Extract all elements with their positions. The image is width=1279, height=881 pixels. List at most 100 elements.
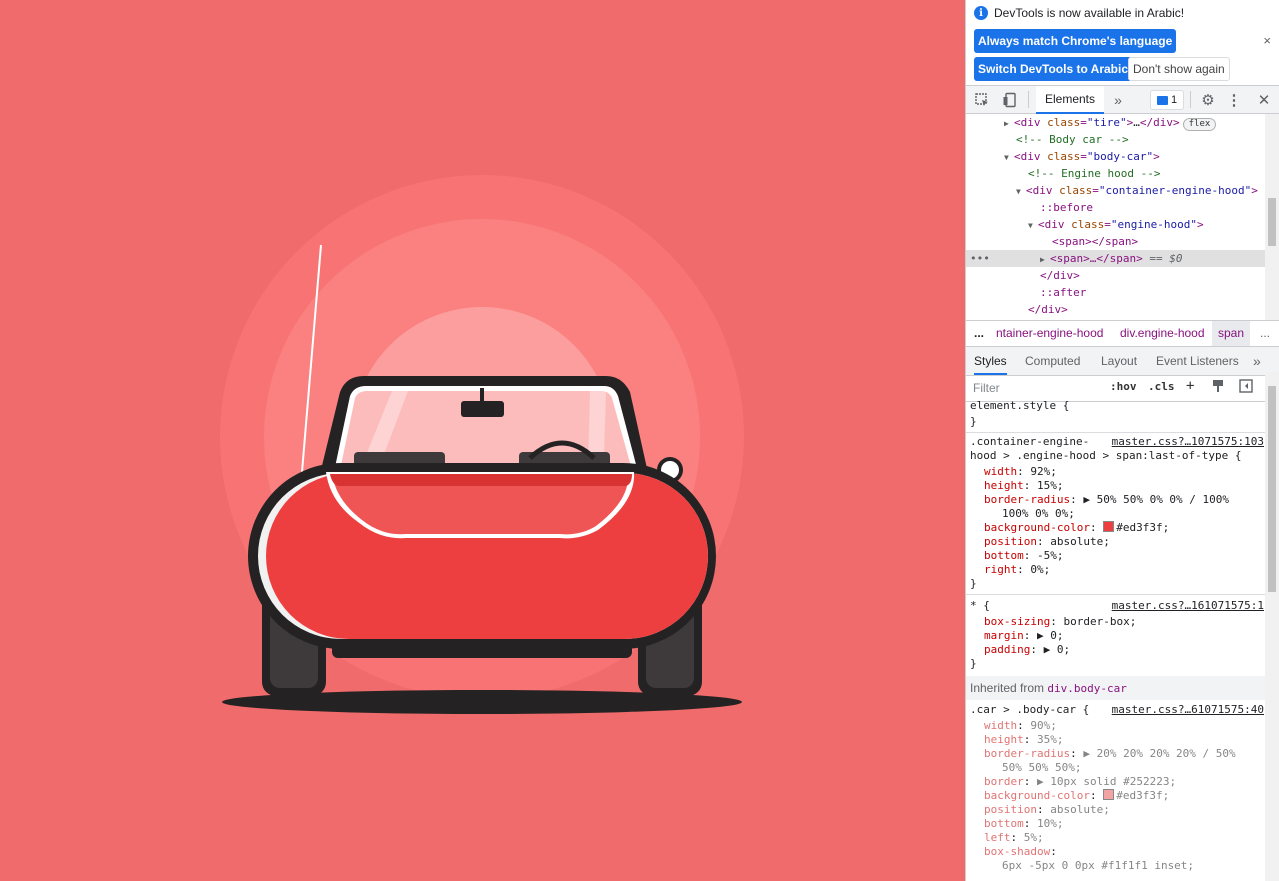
tab-styles[interactable]: Styles	[974, 347, 1007, 375]
css-property-value: #ed3f3f;	[1116, 521, 1170, 534]
inherited-from-link[interactable]: div.body-car	[1047, 682, 1126, 695]
dom-pseudo-after[interactable]: ::after	[966, 284, 1265, 301]
flex-badge[interactable]: flex	[1182, 118, 1217, 131]
css-declaration[interactable]: box-sizing: border-box;	[970, 615, 1266, 629]
expand-triangle-icon[interactable]: ▶	[1040, 251, 1050, 268]
rule-selector[interactable]: hood > .engine-hood > span:last-of-type …	[970, 449, 1266, 463]
dom-comment[interactable]: <!-- Body car -->	[966, 131, 1265, 148]
infobar-close-icon[interactable]: ×	[1263, 33, 1271, 48]
css-declaration[interactable]: width: 90%;	[970, 719, 1266, 733]
breadcrumb: ... ntainer-engine-hood div.engine-hood …	[966, 321, 1279, 347]
dom-node-span[interactable]: <span></span>	[966, 233, 1265, 250]
element-style-selector[interactable]: element.style {	[970, 399, 1266, 413]
new-rule-plus-icon[interactable]: +	[1186, 378, 1194, 394]
css-value-continuation: 6px -5px 0 0px #f1f1f1 inset;	[970, 859, 1266, 873]
css-declaration[interactable]: left: 5%;	[970, 831, 1266, 845]
dom-scrollbar-thumb[interactable]	[1268, 198, 1276, 246]
more-tabs-icon[interactable]: »	[1110, 86, 1126, 113]
issues-badge[interactable]: 1	[1150, 90, 1184, 110]
dom-close-tag[interactable]: </div>	[966, 267, 1265, 284]
css-declaration[interactable]: background-color: #ed3f3f;	[970, 789, 1266, 803]
breadcrumb-item[interactable]: div.engine-hood	[1120, 326, 1205, 340]
css-declaration[interactable]: margin: ▶ 0;	[970, 629, 1266, 643]
match-language-button[interactable]: Always match Chrome's language	[974, 29, 1177, 53]
styles-scrollbar[interactable]	[1265, 372, 1279, 881]
issues-count: 1	[1170, 94, 1178, 106]
tab-elements[interactable]: Elements	[1036, 86, 1104, 114]
rule-source-link[interactable]: master.css?…161071575:1	[1112, 599, 1264, 612]
expand-triangle-icon[interactable]: ▶	[1004, 115, 1014, 132]
hover-state-toggle[interactable]: :hov	[1110, 380, 1137, 393]
css-declaration[interactable]: bottom: 10%;	[970, 817, 1266, 831]
collapse-triangle-icon[interactable]: ▼	[1016, 183, 1026, 200]
css-declaration[interactable]: bottom: -5%;	[970, 549, 1266, 563]
collapse-triangle-icon[interactable]: ▼	[1028, 217, 1038, 234]
collapse-triangle-icon[interactable]: ▼	[1004, 149, 1014, 166]
css-property-name: width	[984, 719, 1018, 732]
css-property-name: height	[984, 479, 1024, 492]
color-swatch[interactable]	[1103, 789, 1115, 800]
color-swatch[interactable]	[1103, 521, 1115, 532]
css-declaration[interactable]: position: absolute;	[970, 803, 1266, 817]
css-declaration[interactable]: height: 15%;	[970, 479, 1266, 493]
row-dots-icon[interactable]: •••	[970, 250, 990, 267]
dom-pseudo-text: ::before	[1040, 201, 1093, 214]
breadcrumb-trailing[interactable]: ...	[1260, 326, 1270, 340]
css-declaration[interactable]: box-shadow:	[970, 845, 1266, 859]
styles-filter-input[interactable]: Filter	[970, 378, 1103, 398]
tab-computed[interactable]: Computed	[1025, 347, 1080, 375]
css-property-name: bottom	[984, 817, 1024, 830]
css-declaration[interactable]: border: ▶ 10px solid #252223;	[970, 775, 1266, 789]
tab-event-listeners[interactable]: Event Listeners	[1156, 347, 1239, 375]
styles-scrollbar-thumb[interactable]	[1268, 386, 1276, 592]
dont-show-again-button[interactable]: Don't show again	[1128, 57, 1230, 81]
class-toggle[interactable]: .cls	[1148, 380, 1175, 393]
infobar-message: DevTools is now available in Arabic!	[994, 6, 1185, 20]
device-toolbar-icon[interactable]	[1000, 86, 1020, 113]
close-devtools-icon[interactable]: ✕	[1254, 86, 1274, 113]
dom-class-value: container-engine-hood	[1105, 184, 1245, 197]
breadcrumb-item-selected[interactable]: span	[1212, 321, 1251, 346]
css-property-value: ▶ 10px solid #252223;	[1037, 775, 1177, 788]
dom-node-span-selected[interactable]: ••• ▶ <span>…</span> == $0	[966, 250, 1265, 267]
css-declaration[interactable]: position: absolute;	[970, 535, 1266, 549]
css-property-name: bottom	[984, 549, 1024, 562]
rule-source-link[interactable]: master.css?…1071575:103	[1112, 435, 1264, 448]
paint-brush-icon[interactable]	[1211, 379, 1225, 396]
kebab-menu-icon[interactable]: ⋮	[1226, 86, 1242, 113]
settings-gear-icon[interactable]: ⚙	[1198, 86, 1218, 113]
dom-node-tire[interactable]: ▶ <div class="tire">…</div> flex	[966, 114, 1265, 131]
mirror-stem	[480, 388, 484, 402]
inspect-element-icon[interactable]	[972, 86, 992, 113]
css-declaration[interactable]: width: 92%;	[970, 465, 1266, 479]
sidebar-toggle-icon[interactable]	[1239, 379, 1253, 396]
dom-node-container-engine-hood[interactable]: ▼ <div class="container-engine-hood">	[966, 182, 1265, 199]
css-property-name: border-radius	[984, 493, 1071, 506]
css-property-value: 15%;	[1037, 479, 1064, 492]
css-value-continuation: 50% 50% 50%;	[970, 761, 1266, 775]
dom-node-engine-hood[interactable]: ▼ <div class="engine-hood">	[966, 216, 1265, 233]
dom-scrollbar[interactable]	[1265, 114, 1279, 320]
dom-node-body-car[interactable]: ▼ <div class="body-car">	[966, 148, 1265, 165]
dom-span-text: <span></span>	[1052, 235, 1139, 248]
more-style-tabs-icon[interactable]: »	[1253, 347, 1261, 375]
dom-class-value: tire	[1093, 116, 1121, 129]
css-declaration[interactable]: border-radius: ▶ 50% 50% 0% 0% / 100%	[970, 493, 1266, 507]
switch-arabic-button[interactable]: Switch DevTools to Arabic	[974, 57, 1133, 81]
dom-ellipsis: …	[1133, 116, 1140, 129]
css-declaration[interactable]: padding: ▶ 0;	[970, 643, 1266, 657]
css-declaration[interactable]: background-color: #ed3f3f;	[970, 521, 1266, 535]
dom-comment[interactable]: <!-- Engine hood -->	[966, 165, 1265, 182]
dom-pseudo-before[interactable]: ::before	[966, 199, 1265, 216]
dom-comment-text: <!-- Body car -->	[1016, 133, 1129, 146]
css-declaration[interactable]: height: 35%;	[970, 733, 1266, 747]
rule-source-link[interactable]: master.css?…61071575:40	[1112, 703, 1264, 716]
css-property-value: 10%;	[1037, 817, 1064, 830]
breadcrumb-more[interactable]: ...	[974, 326, 984, 340]
dom-close-tag[interactable]: </div>	[966, 301, 1265, 318]
page-viewport	[0, 0, 965, 881]
tab-layout[interactable]: Layout	[1101, 347, 1137, 375]
breadcrumb-item[interactable]: ntainer-engine-hood	[996, 326, 1103, 340]
css-declaration[interactable]: right: 0%;	[970, 563, 1266, 577]
css-declaration[interactable]: border-radius: ▶ 20% 20% 20% 20% / 50%	[970, 747, 1266, 761]
